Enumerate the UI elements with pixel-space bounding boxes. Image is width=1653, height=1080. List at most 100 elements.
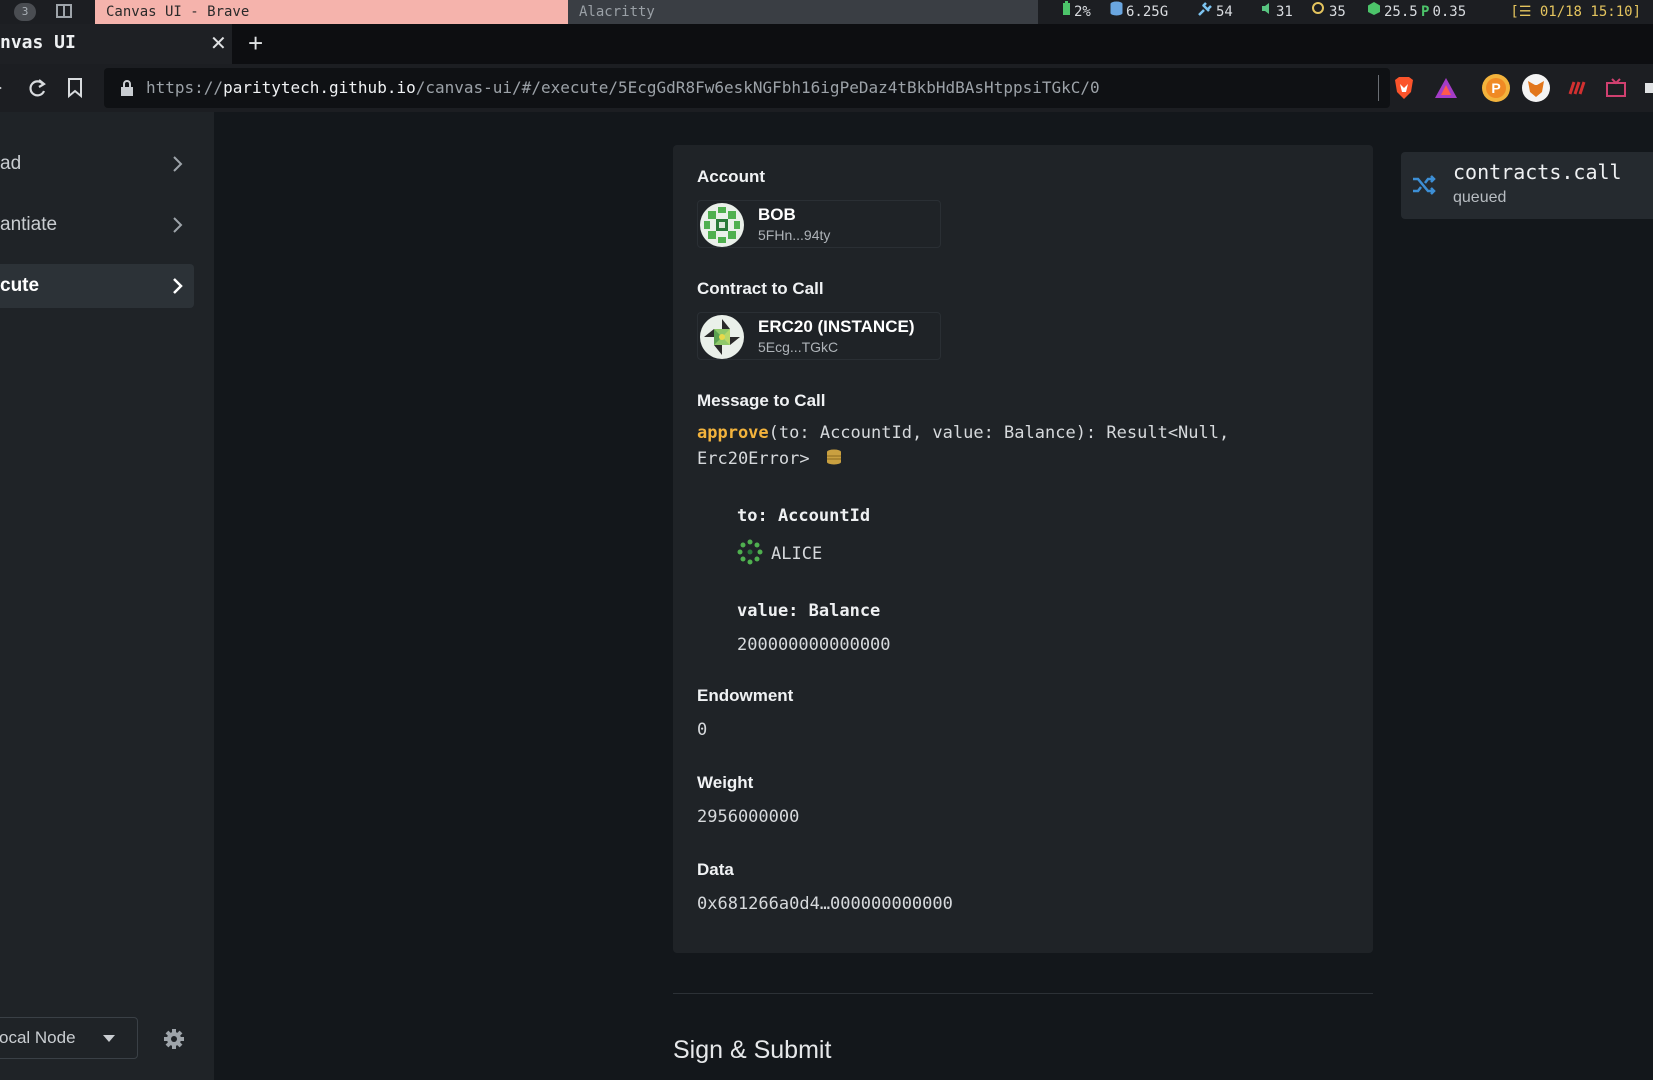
arg-to-value[interactable]: ALICE [737, 539, 822, 570]
url-host: paritytech.github.io [223, 78, 416, 97]
sidebar-item-execute[interactable]: cute [0, 264, 194, 308]
contract-selector[interactable]: ERC20 (INSTANCE) 5Ecg...TGkC [697, 312, 941, 360]
clock[interactable]: [☰ 01/18 15:10] [1510, 0, 1641, 24]
workspace-indicator[interactable]: 3 [14, 3, 36, 21]
message-function-name: approve [697, 423, 769, 443]
weight-label: Weight [697, 773, 754, 792]
sidebar-item-label: ad [0, 153, 22, 174]
extension-puzzle-icon[interactable] [1645, 74, 1653, 102]
calendar-icon: [☰ [1510, 4, 1540, 20]
inactive-window-title[interactable]: Alacritty [568, 0, 1038, 24]
brightness-value: 35 [1329, 4, 1346, 20]
endowment-value[interactable]: 0 [697, 720, 707, 740]
browser-tab-bar: nvas UI ✕ + [0, 24, 1653, 64]
message-signature-part1: (to: AccountId, value: Balance): Result<… [768, 423, 1230, 443]
arg-to-account-name: ALICE [771, 544, 823, 564]
cpu-indicator: 25.5 [1367, 0, 1418, 24]
data-label: Data [697, 860, 734, 879]
arg-value-input[interactable]: 200000000000000 [737, 635, 891, 655]
weight-value[interactable]: 2956000000 [697, 807, 799, 827]
battery-icon [1062, 0, 1071, 24]
sidebar-item-upload[interactable]: ad [0, 142, 194, 186]
sidebar-item-instantiate[interactable]: antiate [0, 203, 194, 247]
sun-icon [1310, 0, 1326, 24]
plug-icon [1197, 0, 1213, 24]
sidebar-item-label: cute [0, 275, 40, 296]
power-indicator: P 0.35 [1421, 0, 1466, 24]
updates-value: 54 [1216, 4, 1233, 20]
extension-red-icon[interactable] [1562, 74, 1590, 102]
account-address: 5FHn...94ty [758, 227, 831, 243]
toast-status: queued [1453, 189, 1507, 206]
identicon-avatar [700, 203, 744, 247]
volume-value: 31 [1276, 4, 1293, 20]
battery-value: 2% [1074, 4, 1091, 20]
brave-rewards-icon[interactable] [1432, 74, 1460, 102]
polkadot-extension-icon[interactable]: P [1482, 74, 1510, 102]
account-selector[interactable]: BOB 5FHn...94ty [697, 200, 941, 248]
browser-toolbar: https://paritytech.github.io/canvas-ui/#… [0, 64, 1653, 112]
updates-indicator: 54 [1197, 0, 1233, 24]
toolbar-divider [1378, 75, 1379, 101]
volume-indicator: 31 [1261, 0, 1293, 24]
clock-value: 01/18 15:10 [1539, 4, 1633, 20]
encoded-data-value: 0x681266a0d4…000000000000 [697, 894, 953, 914]
url-text[interactable]: https://paritytech.github.io/canvas-ui/#… [146, 78, 1100, 97]
chevron-right-icon [172, 264, 184, 325]
metamask-fox-icon[interactable] [1522, 74, 1550, 102]
section-divider [673, 993, 1373, 994]
reload-icon[interactable] [26, 76, 48, 105]
memory-indicator: 6.25G [1110, 0, 1168, 24]
chevron-right-icon [172, 142, 184, 203]
node-selector[interactable]: ocal Node [0, 1017, 138, 1059]
browser-tab[interactable]: nvas UI ✕ [0, 24, 232, 64]
battery-indicator: 2% [1062, 0, 1091, 24]
transaction-toast[interactable]: contracts.call queued [1401, 152, 1653, 219]
identicon-small-icon [737, 539, 763, 570]
memory-value: 6.25G [1126, 4, 1169, 20]
url-path: /canvas-ui/#/execute/5EcgGdR8Fw6eskNGFbh… [415, 78, 1100, 97]
sidebar-item-label: antiate [0, 214, 58, 235]
address-bar[interactable]: https://paritytech.github.io/canvas-ui/#… [104, 68, 1390, 108]
identicon-avatar [700, 315, 744, 359]
chevron-right-icon [172, 203, 184, 264]
payable-coins-icon [826, 448, 842, 471]
url-scheme: https:// [146, 78, 224, 97]
cpu-value: 25.5 [1384, 4, 1418, 20]
contract-address: 5Ecg...TGkC [758, 339, 839, 355]
lock-icon[interactable] [120, 80, 134, 101]
tab-title: nvas UI [0, 32, 76, 53]
arg-to-label: to: AccountId [737, 506, 871, 526]
power-value: 0.35 [1432, 4, 1467, 20]
node-selector-label: ocal Node [0, 1028, 76, 1047]
shuffle-icon [1411, 172, 1437, 203]
os-status-bar: 3 Canvas UI - Brave Alacritty 2% 6.25G 5… [0, 0, 1653, 24]
message-signature[interactable]: approve(to: AccountId, value: Balance): … [697, 423, 1229, 443]
message-signature-cont[interactable]: Erc20Error> [697, 448, 842, 471]
chip-icon [1367, 0, 1381, 24]
brave-shields-icon[interactable] [1390, 74, 1418, 102]
extension-tv-icon[interactable] [1602, 74, 1630, 102]
arg-value-label: value: Balance [737, 601, 881, 621]
database-icon [1110, 0, 1123, 24]
tab-close-icon[interactable]: ✕ [210, 31, 227, 56]
caret-down-icon [103, 1035, 115, 1042]
execute-form-card: Account BOB 5FHn...94ty Contract to Call… [673, 145, 1373, 953]
svg-text:P: P [1491, 80, 1500, 96]
message-label: Message to Call [697, 391, 826, 410]
brightness-indicator: 35 [1310, 0, 1346, 24]
contract-name: ERC20 (INSTANCE) [758, 317, 915, 336]
sidebar: ad antiate cute ocal Node [0, 112, 214, 1080]
account-name: BOB [758, 205, 796, 224]
settings-gear-icon[interactable] [163, 1028, 185, 1055]
new-tab-icon[interactable]: + [248, 28, 263, 59]
bookmark-icon[interactable] [66, 76, 84, 105]
layout-icon[interactable] [56, 4, 72, 18]
message-signature-part2: Erc20Error> [697, 449, 810, 469]
account-label: Account [697, 167, 765, 186]
toast-title: contracts.call [1453, 160, 1622, 184]
forward-icon[interactable] [0, 76, 6, 105]
power-icon: P [1421, 4, 1430, 20]
active-window-title[interactable]: Canvas UI - Brave [95, 0, 568, 24]
contract-label: Contract to Call [697, 279, 824, 298]
